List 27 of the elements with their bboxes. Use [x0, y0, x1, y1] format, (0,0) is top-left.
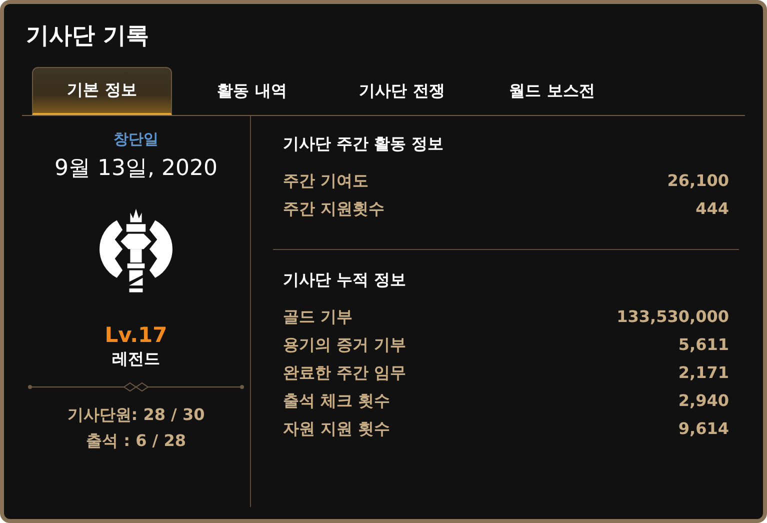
stat-label: 주간 기여도 [283, 170, 369, 192]
tab[interactable]: 활동 내역 [182, 67, 322, 115]
members-count: 기사단원: 28 / 30 [67, 404, 205, 426]
stat-label: 골드 기부 [283, 306, 353, 328]
founded-date: 9월 13일, 2020 [54, 155, 218, 183]
window-title: 기사단 기록 [26, 22, 150, 51]
level-label: Lv.17 [104, 323, 168, 347]
stat-value: 2,171 [678, 362, 729, 384]
tab[interactable]: 월드 보스전 [482, 67, 622, 115]
attendance-count: 출석 : 6 / 28 [86, 430, 186, 452]
stat-label: 완료한 주간 임무 [283, 362, 406, 384]
stat-label: 출석 체크 횟수 [283, 390, 390, 412]
stat-value: 26,100 [667, 170, 729, 192]
tab[interactable]: 기본 정보 [32, 67, 172, 115]
section-title: 기사단 누적 정보 [283, 270, 408, 291]
tab[interactable]: 기사단 전쟁 [332, 67, 472, 115]
stat-label: 용기의 증거 기부 [283, 334, 406, 356]
stat-value: 133,530,000 [616, 306, 729, 328]
rank-label: 레전드 [112, 349, 160, 370]
stat-value: 2,940 [678, 390, 729, 412]
stat-label: 주간 지원횟수 [283, 198, 385, 220]
stat-value: 444 [696, 198, 729, 220]
stat-value: 9,614 [678, 418, 729, 440]
stat-value: 5,611 [678, 334, 729, 356]
founded-label: 창단일 [114, 130, 158, 149]
stat-label: 자원 지원 횟수 [283, 418, 390, 440]
section-title: 기사단 주간 활동 정보 [283, 134, 445, 155]
